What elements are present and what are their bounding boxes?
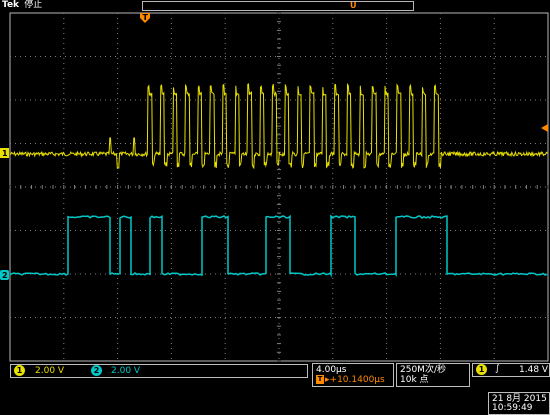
status-bar: Tek 停止 U — [0, 0, 550, 12]
graticule — [9, 12, 549, 362]
timebase-scale: 4.00µs — [316, 365, 347, 375]
trigger-panel[interactable]: 1 ∫ 1.48 V — [472, 363, 550, 377]
trigger-source-chip: 1 — [476, 364, 487, 375]
time: 10:59:49 — [492, 403, 533, 413]
record-view-bar[interactable]: U — [142, 1, 414, 11]
record-length: 10k 点 — [400, 375, 429, 385]
channel-scale-panel[interactable]: 1 2.00 V 2 2.00 V — [10, 364, 308, 378]
ch1-scale[interactable]: 2.00 V — [35, 366, 64, 376]
record-window-marker[interactable]: U — [349, 1, 361, 10]
brand-label: Tek 停止 — [2, 0, 42, 11]
ch1-ground-marker[interactable]: 1 — [0, 148, 9, 158]
run-state: 停止 — [24, 0, 43, 10]
trigger-position-marker[interactable]: T — [140, 13, 150, 23]
svg-text:1: 1 — [2, 149, 8, 158]
svg-text:T: T — [143, 13, 149, 22]
ch2-waveform — [9, 214, 548, 278]
timebase-position-chip: T — [316, 375, 324, 384]
timebase-panel[interactable]: 4.00µs T ▸+10.1400µs — [312, 363, 394, 387]
timebase-position-value: +10.1400µs — [329, 375, 385, 385]
datetime-panel: 21 8月 2015 10:59:49 — [488, 392, 550, 415]
rising-edge-icon: ∫ — [495, 364, 500, 374]
trigger-level-arrow[interactable] — [541, 124, 548, 132]
readout-area: 1 2.00 V 2 2.00 V 4.00µs T ▸+10.1400µs 2… — [0, 362, 550, 415]
ch2-scale[interactable]: 2.00 V — [111, 366, 140, 376]
trigger-level: 1.48 V — [519, 365, 549, 375]
sample-rate: 250M次/秒 — [400, 365, 446, 375]
svg-text:2: 2 — [2, 271, 8, 280]
ch2-ground-marker[interactable]: 2 — [0, 270, 9, 280]
timebase-position: ▸+10.1400µs — [325, 375, 385, 385]
brand-text: Tek — [2, 0, 20, 10]
cursor-marker: U — [350, 1, 357, 10]
ch2-chip: 2 — [91, 365, 102, 376]
ch1-chip: 1 — [14, 365, 25, 376]
acquisition-panel[interactable]: 250M次/秒 10k 点 — [396, 363, 470, 387]
waveform-display[interactable]: T 1 2 — [0, 12, 550, 362]
